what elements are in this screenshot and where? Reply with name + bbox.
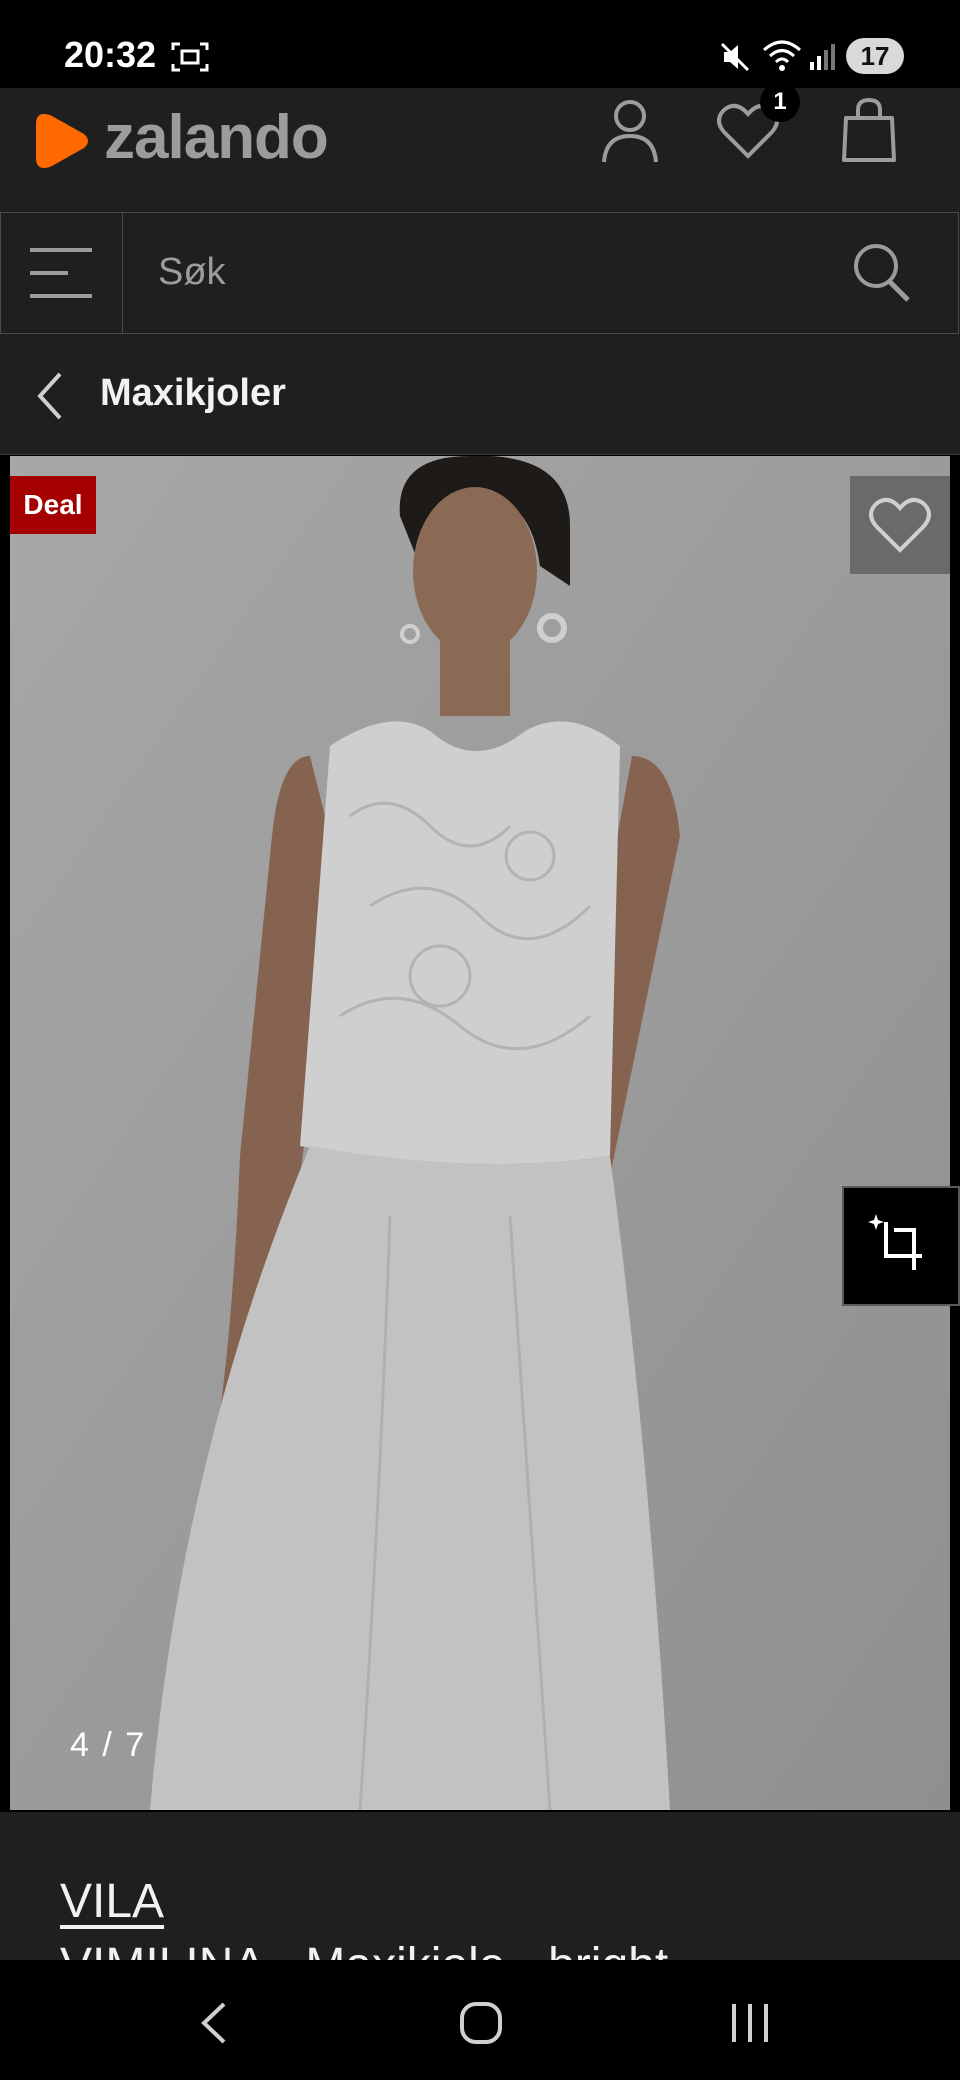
battery-indicator: 17	[846, 38, 904, 74]
deal-badge: Deal	[10, 476, 96, 534]
image-pager: 4 / 7	[70, 1726, 147, 1764]
search-input[interactable]	[158, 246, 798, 298]
search-icon[interactable]	[850, 240, 912, 304]
hamburger-menu-icon[interactable]	[30, 246, 92, 300]
product-photo	[10, 456, 950, 1810]
wishlist-count-badge: 1	[760, 82, 800, 122]
product-brand-link[interactable]: VILA	[60, 1874, 164, 1929]
shopping-bag-icon[interactable]	[840, 98, 898, 164]
crop-sparkle-icon[interactable]	[868, 1212, 930, 1274]
zalando-logo-icon[interactable]	[32, 110, 94, 172]
wifi-icon	[763, 40, 801, 71]
signal-icon	[810, 44, 835, 70]
brand-logo-text[interactable]: zalando	[104, 102, 329, 173]
back-chevron-icon[interactable]	[34, 372, 66, 420]
nav-home-icon[interactable]	[458, 2000, 504, 2046]
account-icon[interactable]	[600, 98, 660, 166]
nav-recents-icon[interactable]	[730, 2002, 770, 2044]
category-title[interactable]: Maxikjoler	[100, 372, 286, 415]
heart-icon[interactable]	[868, 496, 932, 554]
mute-icon	[720, 42, 750, 72]
status-time: 20:32	[64, 34, 157, 75]
product-image[interactable]	[10, 456, 950, 1810]
nav-back-icon[interactable]	[196, 2000, 230, 2046]
screenshot-icon	[171, 42, 209, 72]
